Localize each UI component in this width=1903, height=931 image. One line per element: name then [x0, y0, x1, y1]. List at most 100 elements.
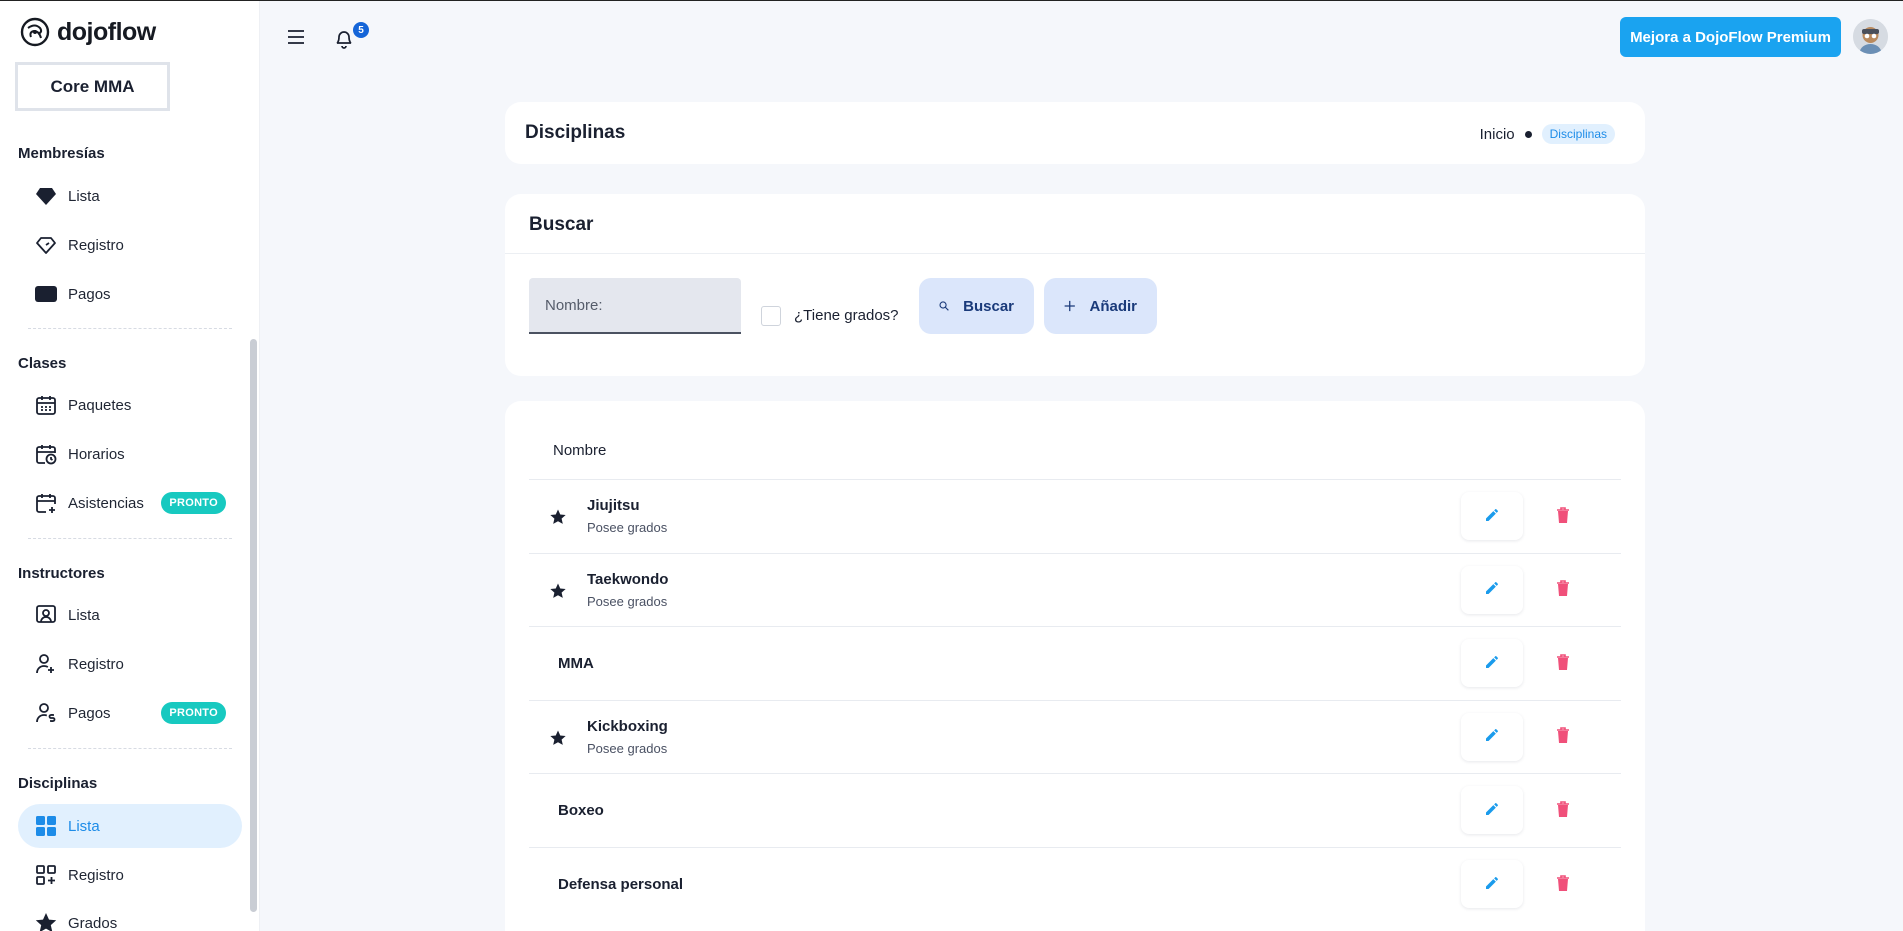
sidebar-item-label: Lista — [68, 606, 100, 624]
sidebar-item-label: Registro — [68, 655, 124, 673]
sidebar-item-disciplinas-lista[interactable]: Lista — [18, 804, 242, 848]
sidebar-item-clases-horarios[interactable]: Horarios — [18, 432, 242, 476]
hamburger-icon — [288, 30, 304, 44]
breadcrumb: Inicio Disciplinas — [1480, 124, 1615, 144]
delete-button[interactable] — [1535, 492, 1591, 540]
sidebar-item-clases-asistencias[interactable]: Asistencias PRONTO — [18, 481, 242, 525]
search-button[interactable]: Buscar — [919, 278, 1034, 334]
sidebar-divider — [28, 538, 232, 539]
org-selector[interactable]: Core MMA — [15, 62, 170, 111]
card-icon — [34, 282, 58, 306]
nav-section-membresias: Membresías — [18, 145, 105, 162]
menu-toggle-button[interactable] — [284, 25, 308, 49]
user-dollar-icon — [34, 701, 58, 725]
user-avatar[interactable] — [1853, 19, 1888, 54]
delete-button[interactable] — [1535, 860, 1591, 908]
edit-button[interactable] — [1461, 712, 1523, 761]
bell-icon — [336, 31, 352, 49]
sidebar-item-label: Lista — [68, 817, 100, 835]
table-row[interactable]: MMA — [529, 626, 1621, 700]
delete-button[interactable] — [1535, 639, 1591, 687]
page-header-card: Disciplinas Inicio Disciplinas — [505, 102, 1645, 164]
edit-button[interactable] — [1461, 639, 1523, 688]
sidebar-item-label: Pagos — [68, 285, 111, 303]
sidebar-item-membresias-lista[interactable]: Lista — [18, 174, 242, 218]
user-board-icon — [34, 603, 58, 627]
sidebar-item-label: Asistencias — [68, 494, 144, 512]
edit-button[interactable] — [1461, 565, 1523, 614]
delete-button[interactable] — [1535, 786, 1591, 834]
trash-icon — [1556, 727, 1570, 746]
brand-name: dojoflow — [57, 17, 156, 46]
edit-button[interactable] — [1461, 492, 1523, 540]
has-grades-label: ¿Tiene grados? — [794, 307, 899, 324]
table-row[interactable]: Kickboxing Posee grados — [529, 699, 1621, 774]
sidebar-item-instructores-lista[interactable]: Lista — [18, 593, 242, 637]
plus-icon — [1064, 300, 1075, 312]
sidebar-item-label: Pagos — [68, 704, 111, 722]
edit-button[interactable] — [1461, 860, 1523, 908]
breadcrumb-home[interactable]: Inicio — [1480, 126, 1515, 143]
discipline-name: Jiujitsu — [587, 497, 640, 514]
diamond-outline-icon — [34, 233, 58, 257]
pencil-icon — [1484, 801, 1500, 820]
discipline-subtitle: Posee grados — [587, 593, 668, 609]
table-row[interactable]: Boxeo — [529, 773, 1621, 847]
pencil-icon — [1484, 507, 1500, 526]
sidebar-item-disciplinas-registro[interactable]: Registro — [18, 853, 242, 897]
graded-star-icon — [549, 508, 567, 526]
add-button-label: Añadir — [1089, 297, 1137, 315]
sidebar-item-clases-paquetes[interactable]: Paquetes — [18, 383, 242, 427]
delete-button[interactable] — [1535, 713, 1591, 761]
pronto-badge: PRONTO — [161, 702, 226, 724]
name-search-input[interactable] — [529, 278, 741, 334]
sidebar-item-membresias-registro[interactable]: Registro — [18, 223, 242, 267]
sidebar-item-membresias-pagos[interactable]: Pagos — [18, 272, 242, 316]
sidebar-item-label: Lista — [68, 187, 100, 205]
dojoflow-logo-icon — [20, 17, 50, 47]
sidebar-item-instructores-pagos[interactable]: Pagos PRONTO — [18, 691, 242, 735]
graded-star-icon — [549, 729, 567, 747]
premium-upgrade-button[interactable]: Mejora a DojoFlow Premium — [1620, 17, 1841, 57]
brand[interactable]: dojoflow — [20, 17, 156, 47]
discipline-name: Kickboxing — [587, 717, 668, 735]
discipline-name: MMA — [558, 655, 594, 673]
page-title: Disciplinas — [525, 122, 626, 143]
trash-icon — [1556, 653, 1570, 673]
star-icon — [34, 911, 58, 931]
user-plus-icon — [34, 652, 58, 676]
table-row[interactable]: Jiujitsu Posee grados — [529, 479, 1621, 553]
calendar-icon — [34, 393, 58, 417]
pencil-icon — [1484, 654, 1500, 673]
has-grades-checkbox[interactable] — [761, 306, 781, 326]
discipline-name: Boxeo — [558, 802, 604, 820]
discipline-name: Defensa personal — [558, 876, 684, 893]
delete-button[interactable] — [1535, 566, 1591, 614]
trash-icon — [1556, 506, 1570, 526]
edit-button[interactable] — [1461, 786, 1523, 835]
trash-icon — [1556, 801, 1570, 820]
discipline-subtitle: Posee grados — [587, 740, 668, 756]
trash-icon — [1556, 580, 1570, 599]
sidebar-item-disciplinas-grados[interactable]: Grados — [18, 901, 242, 931]
sidebar-item-label: Horarios — [68, 445, 125, 463]
nav-section-instructores: Instructores — [18, 565, 105, 582]
trash-icon — [1556, 874, 1570, 894]
calendar-plus-icon — [34, 491, 58, 515]
sidebar: dojoflow Core MMA Membresías Lista Regis… — [0, 1, 260, 931]
search-divider — [505, 253, 1645, 254]
search-button-label: Buscar — [963, 297, 1014, 315]
sidebar-divider — [28, 748, 232, 749]
sidebar-item-instructores-registro[interactable]: Registro — [18, 642, 242, 686]
table-row[interactable]: Defensa personal — [529, 847, 1621, 921]
add-discipline-button[interactable]: Añadir — [1044, 278, 1157, 334]
sidebar-item-label: Registro — [68, 866, 124, 884]
sidebar-scrollbar[interactable] — [250, 339, 257, 912]
diamond-icon — [34, 184, 58, 208]
nav-section-clases: Clases — [18, 355, 67, 372]
graded-star-icon — [549, 582, 567, 600]
search-title: Buscar — [529, 214, 594, 235]
column-header-nombre: Nombre — [553, 442, 607, 459]
table-row[interactable]: Taekwondo Posee grados — [529, 552, 1621, 627]
search-icon — [939, 301, 949, 311]
